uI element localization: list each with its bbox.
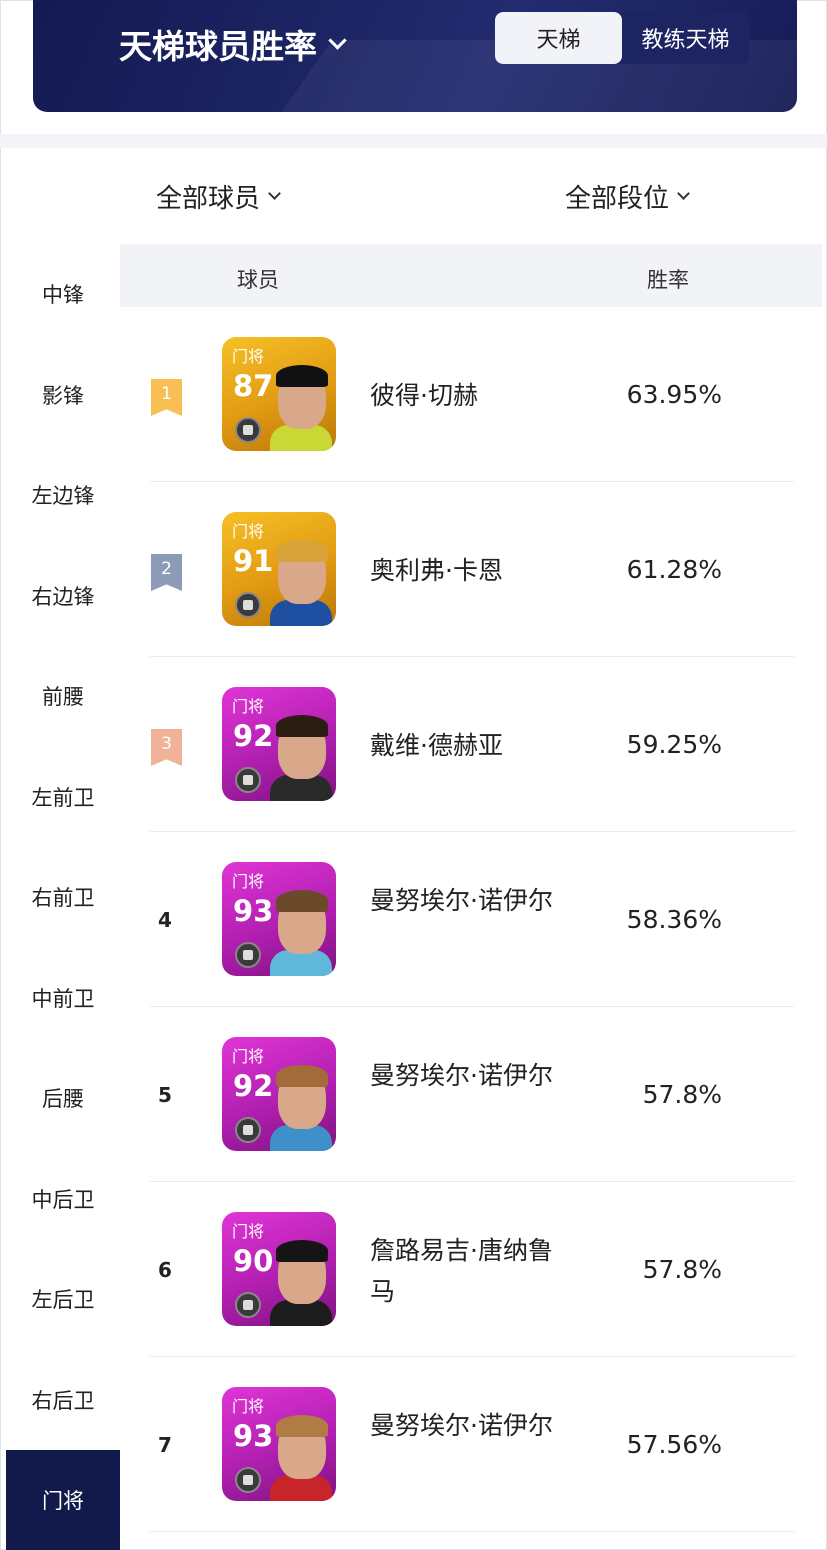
chevron-down-icon [677, 187, 690, 200]
row-divider [150, 1531, 794, 1532]
table-row[interactable]: 4 门将 93 曼努埃尔·诺伊尔 58.36% [120, 832, 822, 1007]
section-divider [0, 134, 827, 148]
win-rate: 58.36% [626, 905, 722, 934]
win-rate: 57.8% [642, 1255, 722, 1284]
sidebar-item-cf[interactable]: 中锋 [6, 244, 120, 345]
player-name: 彼得·切赫 [370, 381, 478, 410]
rank-number: 6 [158, 1258, 172, 1282]
chevron-down-icon [328, 30, 347, 50]
player-name: 曼努埃尔·诺伊尔 [370, 1411, 553, 1440]
player-name: 曼努埃尔·诺伊尔 [370, 886, 553, 915]
table-row[interactable]: 2 门将 91 奥利弗·卡恩 61.28% [120, 482, 822, 657]
card-rating: 87 [233, 369, 274, 403]
chevron-down-icon [268, 187, 281, 200]
card-badge-icon [235, 942, 261, 968]
player-name: 曼努埃尔·诺伊尔 [370, 1061, 553, 1090]
card-rating: 92 [233, 719, 274, 753]
rank-number: 4 [158, 908, 172, 932]
player-name: 奥利弗·卡恩 [370, 556, 503, 585]
player-portrait [270, 1240, 332, 1326]
player-card[interactable]: 门将 90 [222, 1212, 336, 1326]
sidebar-item-lwf[interactable]: 左边锋 [6, 445, 120, 546]
card-badge-icon [235, 767, 261, 793]
ladder-type-switch: 天梯 教练天梯 [495, 12, 749, 64]
rank-ribbon-silver: 2 [151, 554, 182, 591]
card-rating: 92 [233, 1069, 274, 1103]
sidebar-item-lb[interactable]: 左后卫 [6, 1249, 120, 1350]
sidebar-item-rwf[interactable]: 右边锋 [6, 546, 120, 647]
card-position: 门将 [232, 697, 265, 716]
player-card[interactable]: 门将 92 [222, 687, 336, 801]
tab-ladder[interactable]: 天梯 [495, 12, 622, 64]
player-name: 詹路易吉·唐纳鲁马 [370, 1236, 553, 1306]
card-rating: 90 [233, 1244, 274, 1278]
rank-filter-label: 全部段位 [565, 184, 670, 214]
card-badge-icon [235, 1292, 261, 1318]
sidebar-item-rmf[interactable]: 右前卫 [6, 847, 120, 948]
win-rate: 57.56% [626, 1430, 722, 1459]
card-badge-icon [235, 592, 261, 618]
rank-ribbon-gold: 1 [151, 379, 182, 416]
player-portrait [270, 890, 332, 976]
sidebar-item-cmf[interactable]: 中前卫 [6, 948, 120, 1049]
sidebar-item-lmf[interactable]: 左前卫 [6, 747, 120, 848]
player-card[interactable]: 门将 91 [222, 512, 336, 626]
table-row[interactable]: 6 门将 90 詹路易吉·唐纳鲁马 57.8% [120, 1182, 822, 1357]
rank-filter-dropdown[interactable]: 全部段位 [565, 178, 690, 215]
ladder-title-dropdown[interactable]: 天梯球员胜率 [119, 20, 347, 68]
position-sidebar: 中锋 影锋 左边锋 右边锋 前腰 左前卫 右前卫 中前卫 后腰 中后卫 左后卫 … [6, 244, 120, 1550]
card-rating: 93 [233, 1419, 274, 1453]
player-card[interactable]: 门将 87 [222, 337, 336, 451]
table-header: 球员 胜率 [120, 244, 822, 307]
player-filter-dropdown[interactable]: 全部球员 [156, 178, 281, 215]
player-card[interactable]: 门将 93 [222, 1387, 336, 1501]
sidebar-item-cb[interactable]: 中后卫 [6, 1149, 120, 1250]
player-card[interactable]: 门将 92 [222, 1037, 336, 1151]
sidebar-item-amf[interactable]: 前腰 [6, 646, 120, 747]
player-portrait [270, 1065, 332, 1151]
card-position: 门将 [232, 1397, 265, 1416]
card-position: 门将 [232, 1222, 265, 1241]
sidebar-item-rb[interactable]: 右后卫 [6, 1350, 120, 1451]
table-row[interactable]: 5 门将 92 曼努埃尔·诺伊尔 57.8% [120, 1007, 822, 1182]
rank-ribbon-bronze: 3 [151, 729, 182, 766]
rank-number: 7 [158, 1433, 172, 1457]
sidebar-item-ss[interactable]: 影锋 [6, 345, 120, 446]
table-row[interactable]: 3 门将 92 戴维·德赫亚 59.25% [120, 657, 822, 832]
card-position: 门将 [232, 347, 265, 366]
card-position: 门将 [232, 522, 265, 541]
page-title: 天梯球员胜率 [119, 27, 317, 66]
tab-coach-ladder[interactable]: 教练天梯 [622, 12, 749, 64]
win-rate: 63.95% [626, 380, 722, 409]
sidebar-item-gk[interactable]: 门将 [6, 1450, 120, 1550]
card-position: 门将 [232, 1047, 265, 1066]
win-rate: 57.8% [642, 1080, 722, 1109]
win-rate: 59.25% [626, 730, 722, 759]
player-portrait [270, 540, 332, 626]
header-banner: 天梯球员胜率 天梯 教练天梯 [33, 0, 797, 112]
card-rating: 91 [233, 544, 274, 578]
rank-number: 5 [158, 1083, 172, 1107]
win-rate: 61.28% [626, 555, 722, 584]
card-badge-icon [235, 1117, 261, 1143]
card-position: 门将 [232, 872, 265, 891]
column-header-winrate: 胜率 [647, 268, 689, 292]
table-row[interactable]: 1 门将 87 彼得·切赫 63.95% [120, 307, 822, 482]
player-name: 戴维·德赫亚 [370, 731, 503, 760]
sidebar-item-dmf[interactable]: 后腰 [6, 1048, 120, 1149]
card-rating: 93 [233, 894, 274, 928]
player-portrait [270, 715, 332, 801]
player-portrait [270, 1415, 332, 1501]
table-row[interactable]: 7 门将 93 曼努埃尔·诺伊尔 57.56% [120, 1357, 822, 1532]
card-badge-icon [235, 417, 261, 443]
player-filter-label: 全部球员 [156, 184, 261, 214]
player-portrait [270, 365, 332, 451]
column-header-player: 球员 [237, 268, 279, 292]
player-card[interactable]: 门将 93 [222, 862, 336, 976]
card-badge-icon [235, 1467, 261, 1493]
